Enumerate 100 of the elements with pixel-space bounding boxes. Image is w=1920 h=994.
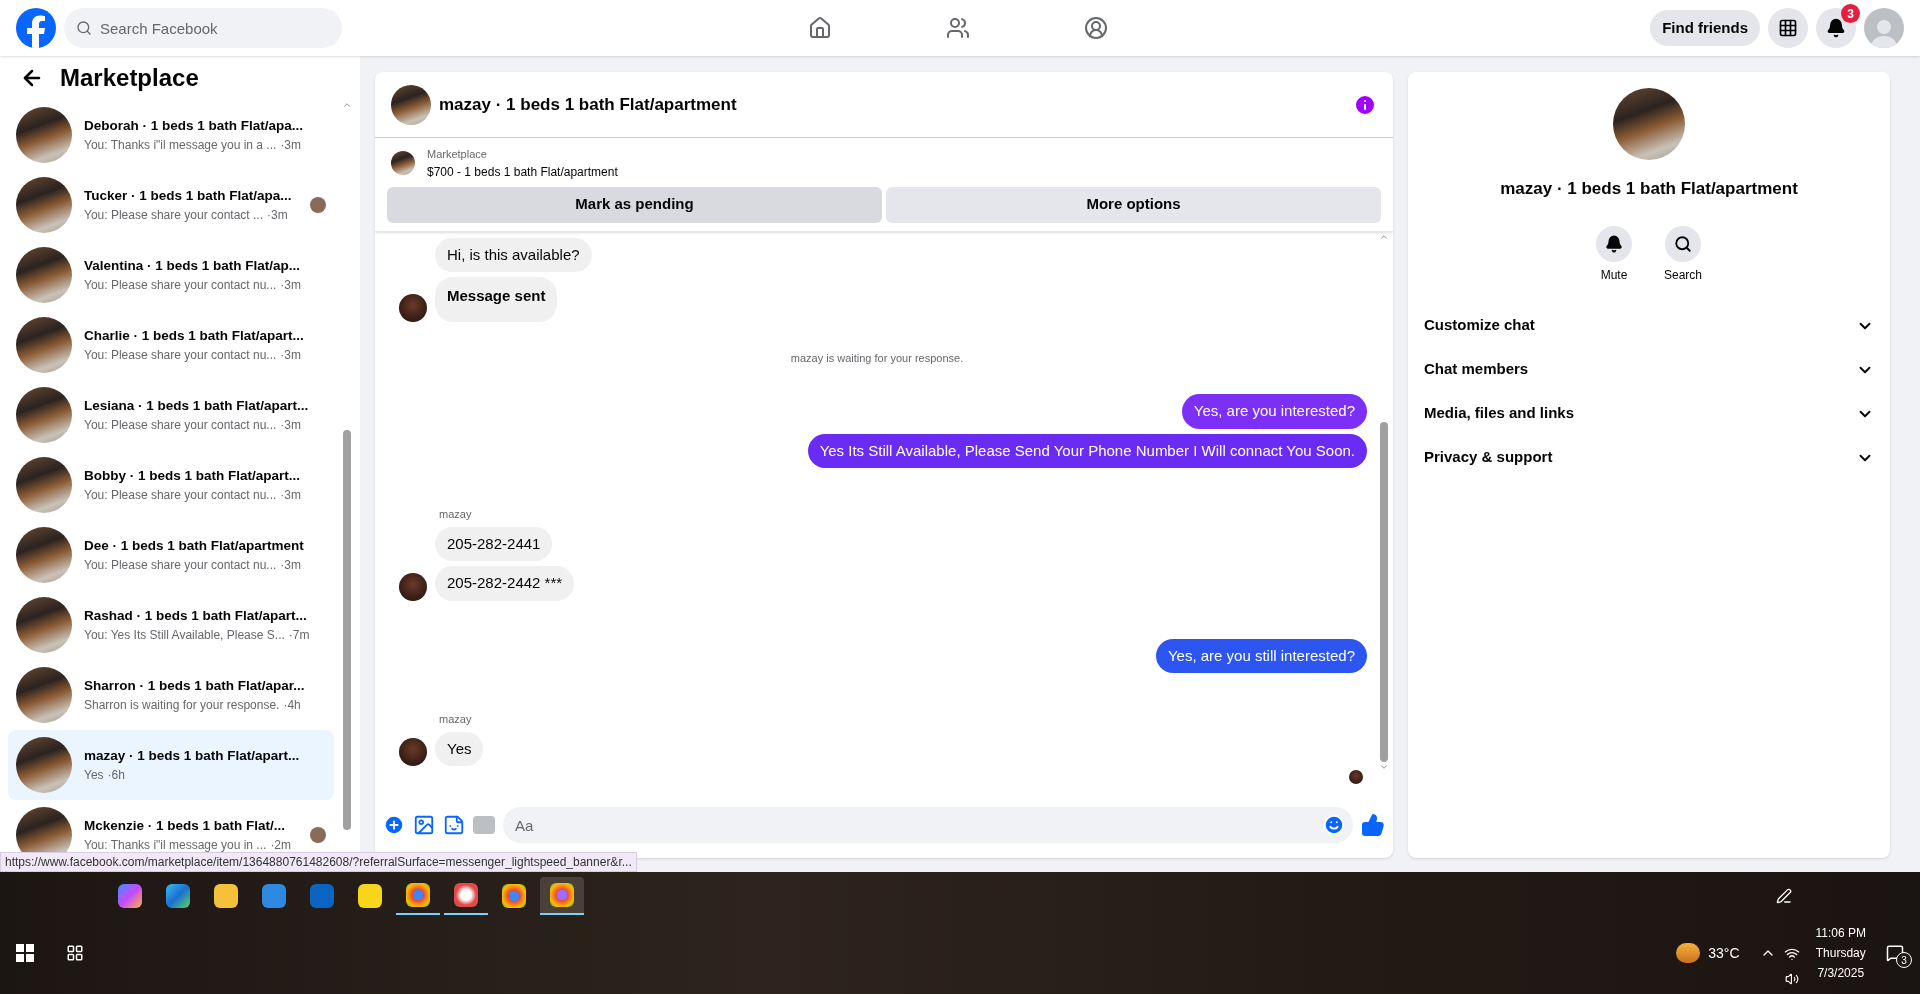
listing-title[interactable]: $700 - 1 beds 1 bath Flat/apartment — [427, 162, 618, 181]
message-preview: You: Please share your contact nu... — [84, 417, 277, 435]
conversation-title: Rashad · 1 beds 1 bath Flat/apart... — [84, 606, 308, 625]
sent-message: Yes Its Still Available, Please Send Your Phone Number I Will connact You Soon. — [807, 433, 1367, 468]
conversation-item[interactable]: Tucker · 1 beds 1 bath Flat/apa... You: Please share your contact ... ·3m — [8, 170, 334, 240]
network-icon[interactable] — [1783, 946, 1800, 962]
app-icon[interactable] — [454, 883, 478, 907]
sent-message: Yes, are you interested? — [1181, 394, 1367, 429]
scroll-up-icon — [342, 100, 352, 110]
sent-message: Yes, are you still interested? — [1155, 638, 1367, 673]
conversation-title: Lesiana · 1 beds 1 bath Flat/apart... — [84, 396, 310, 415]
menu-icon — [1778, 18, 1798, 38]
clock-time[interactable]: 11:06 PM — [1815, 923, 1866, 943]
message-time: ·3m — [280, 277, 302, 295]
clock-day[interactable]: Thursday — [1815, 943, 1866, 963]
conversation-photo — [16, 107, 72, 163]
contact-avatar — [399, 572, 427, 601]
received-message: Yes — [435, 731, 484, 766]
contact-avatar — [399, 293, 427, 322]
conversation-title: Valentina · 1 beds 1 bath Flat/ap... — [84, 256, 302, 275]
chat-title: mazay · 1 beds 1 bath Flat/apartment — [439, 93, 737, 116]
conversation-item[interactable]: Dee · 1 beds 1 bath Flat/apartment You: Please share your contact nu... ·3m — [8, 520, 334, 590]
conversation-item[interactable]: Charlie · 1 beds 1 bath Flat/apart... You: Please share your contact nu... ·3m — [8, 310, 334, 380]
section-row[interactable]: Privacy & support — [1424, 435, 1874, 480]
message-preview: You: Please share your contact nu... — [84, 347, 277, 365]
message-time: ·3m — [280, 417, 302, 435]
volume-icon[interactable] — [1784, 972, 1799, 986]
conversation-photo — [16, 527, 72, 583]
like-icon[interactable] — [1361, 813, 1385, 837]
conversation-photo — [16, 317, 72, 373]
emoji-icon[interactable] — [1323, 814, 1345, 836]
conversation-photo — [16, 457, 72, 513]
message-time: ·4h — [283, 697, 301, 715]
message-time: ·3m — [267, 207, 288, 225]
windows-start-icon[interactable] — [16, 944, 34, 962]
search-field[interactable]: Search Facebook — [64, 8, 342, 48]
conversation-item[interactable]: mazay · 1 beds 1 bath Flat/apart... Yes ·6h — [8, 730, 334, 800]
received-message: 205-282-2441 — [435, 526, 553, 561]
received-message: Message sent — [435, 277, 558, 322]
conversation-photo — [16, 247, 72, 303]
task-view-icon[interactable] — [66, 944, 84, 962]
conversation-item[interactable]: Bobby · 1 beds 1 bath Flat/apart... You: Please share your contact nu... ·3m — [8, 450, 334, 520]
friends-icon[interactable] — [946, 16, 971, 40]
temperature[interactable]: 33°C — [1708, 942, 1740, 964]
marketplace-heading: Marketplace — [60, 63, 199, 93]
add-icon[interactable] — [383, 814, 405, 836]
conversation-photo — [16, 737, 72, 793]
listing-action-button[interactable]: More options — [886, 186, 1381, 223]
conversation-item[interactable]: Sharron · 1 beds 1 bath Flat/apar... Sharron is waiting for your response. ·4h — [8, 660, 334, 730]
conversation-title: Dee · 1 beds 1 bath Flat/apartment — [84, 536, 305, 555]
home-icon[interactable] — [808, 16, 833, 40]
message-time: ·7m — [288, 627, 310, 645]
clock-date[interactable]: 7/3/2025 — [1817, 963, 1865, 983]
received-message: Hi, is this available? — [435, 237, 592, 272]
notification-count: 3 — [1896, 952, 1912, 968]
message-time: ·3m — [280, 557, 302, 575]
message-preview: You: Please share your contact nu... — [84, 487, 277, 505]
sender-name: mazay — [439, 507, 473, 522]
conversation-photo — [16, 667, 72, 723]
sticker-icon[interactable] — [443, 814, 465, 836]
received-message: 205-282-2442 *** — [435, 566, 575, 601]
message-preview: You: Thanks i"il message you in a ... — [84, 137, 277, 155]
conversation-item[interactable]: Rashad · 1 beds 1 bath Flat/apart... You: Yes Its Still Available, Please S... ·7m — [8, 590, 334, 660]
facebook-logo[interactable] — [16, 8, 56, 48]
listing-source: Marketplace — [427, 147, 488, 162]
listing-action-button[interactable]: Mark as pending — [387, 186, 882, 223]
conversation-item[interactable]: Lesiana · 1 beds 1 bath Flat/apart... You: Please share your contact nu... ·3m — [8, 380, 334, 450]
message-preview: You: Please share your contact ... — [84, 207, 263, 225]
menu-button[interactable] — [1768, 8, 1808, 48]
groups-icon[interactable] — [1084, 16, 1109, 40]
conversation-item[interactable]: Valentina · 1 beds 1 bath Flat/ap... You: Please share your contact nu... ·3m — [8, 240, 334, 310]
section-row[interactable]: Customize chat — [1424, 303, 1874, 348]
seen-avatar — [1349, 770, 1363, 784]
message-time: ·3m — [280, 487, 302, 505]
contact-avatar — [399, 738, 427, 766]
details-title: mazay · 1 beds 1 bath Flat/apartment — [1500, 178, 1798, 200]
conversation-photo — [16, 177, 72, 233]
message-preview: You: Please share your contact nu... — [84, 557, 277, 575]
message-preview: Yes — [84, 767, 104, 785]
bell-icon — [1605, 234, 1623, 253]
message-field[interactable]: Aa — [503, 807, 1353, 843]
pen-icon[interactable] — [1776, 888, 1792, 904]
notification-count: 3 — [1841, 4, 1860, 23]
message-time: ·3m — [280, 347, 302, 365]
find-friends-button[interactable]: Find friends — [1650, 10, 1760, 46]
photo-icon[interactable] — [413, 814, 435, 836]
message-preview: Sharron is waiting for your response. — [84, 697, 280, 715]
conversation-title: Deborah · 1 beds 1 bath Flat/apa... — [84, 116, 305, 135]
chat-photo — [391, 84, 431, 125]
conversation-title: Tucker · 1 beds 1 bath Flat/apa... — [84, 186, 293, 205]
section-row[interactable]: Media, files and links — [1424, 391, 1874, 436]
bell-icon — [1826, 18, 1846, 38]
conversation-title: Sharron · 1 beds 1 bath Flat/apar... — [84, 676, 306, 695]
waiting-notice: mazay is waiting for your response. — [790, 350, 964, 366]
conversation-title: Bobby · 1 beds 1 bath Flat/apart... — [84, 466, 302, 485]
conversation-item[interactable]: Deborah · 1 beds 1 bath Flat/apa... You: Thanks i"il message you in a ... ·3m — [8, 100, 334, 170]
conversation-title: Charlie · 1 beds 1 bath Flat/apart... — [84, 326, 305, 345]
sender-name: mazay — [439, 712, 473, 727]
link-status-tooltip: https://www.facebook.com/marketplace/item/1364880761482608/?referralSurface=messenger_lightspeed_banner&r... — [0, 852, 637, 872]
section-row[interactable]: Chat members — [1424, 347, 1874, 392]
